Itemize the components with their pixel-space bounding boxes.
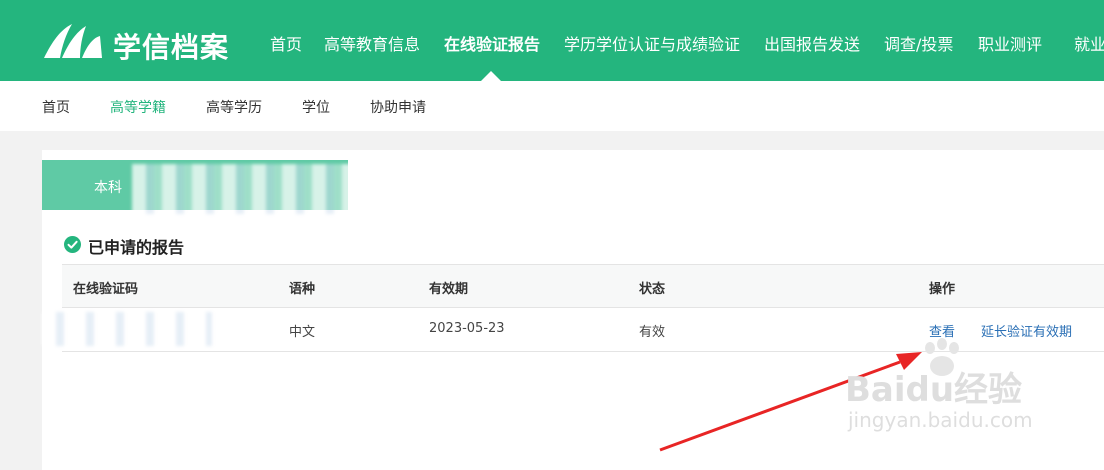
cell-status: 有效: [639, 325, 666, 340]
subnav-degree[interactable]: 学位: [302, 97, 330, 117]
subnav-assist-application[interactable]: 协助申请: [370, 97, 426, 117]
report-table: 在线验证码 语种 有效期 状态 操作 中文 2023-05-23 有效 查看 延…: [42, 264, 1104, 352]
redacted-school-name: [132, 164, 352, 214]
top-header: 学信档案 首页 高等教育信息 在线验证报告 学历学位认证与成绩验证 出国报告发送…: [0, 0, 1104, 81]
cell-expiry: 2023-05-23: [429, 321, 505, 336]
subnav-higher-education-record[interactable]: 高等学历: [206, 97, 262, 117]
header-verification-code: 在线验证码: [73, 282, 139, 297]
nav-overseas-report[interactable]: 出国报告发送: [764, 31, 860, 55]
header-status: 状态: [639, 282, 666, 297]
redacted-verification-code: [42, 312, 212, 346]
nav-online-verification-report[interactable]: 在线验证报告: [444, 31, 540, 55]
header-actions: 操作: [929, 282, 956, 297]
check-circle-icon: [64, 236, 81, 253]
cell-language: 中文: [289, 325, 316, 340]
logo-icon[interactable]: [42, 22, 104, 60]
nav-home[interactable]: 首页: [270, 31, 302, 55]
header-expiry: 有效期: [429, 282, 469, 297]
section-title: 已申请的报告: [88, 238, 185, 257]
nav-career-assessment[interactable]: 职业测评: [978, 31, 1042, 55]
sub-navigation: 首页 高等学籍 高等学历 学位 协助申请: [0, 81, 1104, 131]
header-language: 语种: [289, 282, 316, 297]
table-header: 在线验证码 语种 有效期 状态 操作: [62, 264, 1104, 308]
extend-validity-link[interactable]: 延长验证有效期: [981, 321, 1072, 340]
subnav-higher-enrollment[interactable]: 高等学籍: [110, 97, 166, 117]
degree-label: 本科: [94, 180, 122, 196]
nav-higher-education-info[interactable]: 高等教育信息: [324, 31, 420, 55]
nav-survey-vote[interactable]: 调查/投票: [884, 31, 953, 55]
view-link[interactable]: 查看: [929, 321, 955, 340]
nav-employment[interactable]: 就业: [1074, 31, 1104, 55]
nav-degree-certification[interactable]: 学历学位认证与成绩验证: [564, 31, 740, 55]
report-card: 本科 已申请的报告 在线验证码 语种 有效期 状态 操作 中文 2023-05-…: [42, 150, 1104, 470]
table-row: 中文 2023-05-23 有效 查看 延长验证有效期: [42, 308, 1104, 352]
active-nav-caret: [481, 71, 501, 81]
logo-text[interactable]: 学信档案: [113, 26, 229, 66]
subnav-home[interactable]: 首页: [42, 97, 70, 117]
